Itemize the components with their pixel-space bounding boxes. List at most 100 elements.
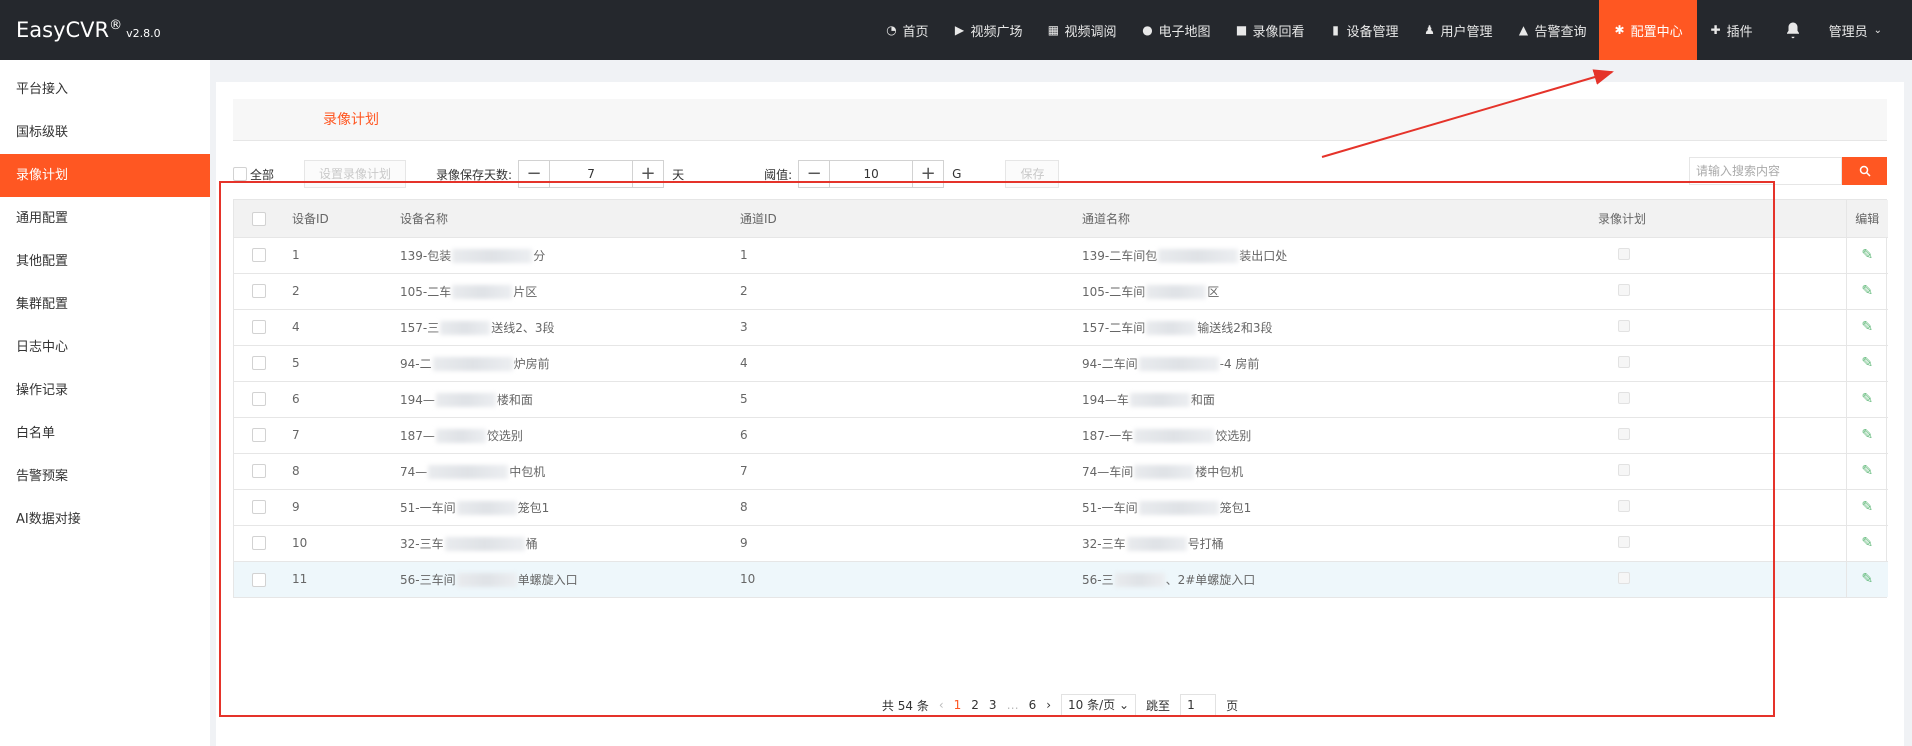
nav-config-center[interactable]: ✱ 配置中心 <box>1598 0 1697 60</box>
sidebar-item-platform-access[interactable]: 平台接入 <box>0 68 210 111</box>
sidebar-item-other-config[interactable]: 其他配置 <box>0 240 210 283</box>
edit-icon[interactable]: ✎ <box>1861 247 1873 263</box>
row-checkbox[interactable] <box>252 320 266 335</box>
table-row[interactable]: 11 56-三车间 单螺旋入口 10 56-三 、2#单螺旋入口 ✎ <box>234 561 1888 597</box>
row-select[interactable] <box>234 381 282 417</box>
sidebar-item-cluster-config[interactable]: 集群配置 <box>0 283 210 326</box>
page-2[interactable]: 2 <box>971 698 979 712</box>
row-checkbox[interactable] <box>252 572 266 587</box>
nav-alarm-query[interactable]: ▲ 告警查询 <box>1505 0 1599 60</box>
row-checkbox[interactable] <box>252 500 266 515</box>
table-row[interactable]: 1 139-包装 分 1 139-二车间包 装出口处 ✎ <box>234 237 1888 273</box>
row-select[interactable] <box>234 489 282 525</box>
next-page-button[interactable]: › <box>1046 698 1051 712</box>
table-row[interactable]: 8 74— 中包机 7 74—车间 楼中包机 ✎ <box>234 453 1888 489</box>
sidebar-item-ai-data[interactable]: AI数据对接 <box>0 498 210 541</box>
edit-icon[interactable]: ✎ <box>1861 391 1873 407</box>
row-select[interactable] <box>234 273 282 309</box>
record-plan-checkbox[interactable] <box>1618 391 1630 404</box>
nav-playback[interactable]: ■ 录像回看 <box>1223 0 1317 60</box>
user-menu[interactable]: 管理员 ⌄ <box>1821 0 1912 60</box>
device-name-start: 187— <box>400 428 435 443</box>
record-plan-checkbox[interactable] <box>1618 571 1630 584</box>
row-select[interactable] <box>234 561 282 597</box>
nav-video-view[interactable]: ▦ 视频调阅 <box>1034 0 1128 60</box>
row-select[interactable] <box>234 525 282 561</box>
row-checkbox[interactable] <box>252 536 266 551</box>
select-all[interactable]: 全部 <box>233 166 274 183</box>
sidebar-item-operation-log[interactable]: 操作记录 <box>0 369 210 412</box>
row-checkbox[interactable] <box>252 248 266 263</box>
nav-plugins[interactable]: ✚ 插件 <box>1697 0 1765 60</box>
record-plan-checkbox[interactable] <box>1618 427 1630 440</box>
brand-logo[interactable]: EasyCVR®v2.8.0 <box>0 18 200 42</box>
record-plan-checkbox[interactable] <box>1618 463 1630 476</box>
table-row[interactable]: 10 32-三车 桶 9 32-三车 号打桶 ✎ <box>234 525 1888 561</box>
table-row[interactable]: 9 51-一车间 笼包1 8 51-一车间 笼包1 ✎ <box>234 489 1888 525</box>
record-plan-checkbox[interactable] <box>1618 283 1630 296</box>
row-checkbox[interactable] <box>252 428 266 443</box>
edit-icon[interactable]: ✎ <box>1861 535 1873 551</box>
table-row[interactable]: 6 194— 楼和面 5 194—车 和面 ✎ <box>234 381 1888 417</box>
tab-record-plan[interactable]: 录像计划 <box>323 99 379 141</box>
save-button[interactable]: 保存 <box>1005 160 1060 188</box>
sidebar-item-log-center[interactable]: 日志中心 <box>0 326 210 369</box>
redacted-text <box>452 285 513 299</box>
record-plan-checkbox[interactable] <box>1618 319 1630 332</box>
nav-device-management[interactable]: ▮ 设备管理 <box>1317 0 1411 60</box>
prev-page-button[interactable]: ‹ <box>939 698 944 712</box>
record-plan-checkbox[interactable] <box>1618 535 1630 548</box>
table-row[interactable]: 5 94-二 炉房前 4 94-二车间 -4 房前 ✎ <box>234 345 1888 381</box>
threshold-input[interactable]: 10 <box>829 161 914 187</box>
sidebar-item-alarm-plan[interactable]: 告警预案 <box>0 455 210 498</box>
nav-video-square[interactable]: ▶ 视频广场 <box>940 0 1034 60</box>
keep-days-input[interactable]: 7 <box>549 161 634 187</box>
row-select[interactable] <box>234 453 282 489</box>
row-select[interactable] <box>234 345 282 381</box>
nav-user-management[interactable]: ♟ 用户管理 <box>1411 0 1505 60</box>
record-plan-checkbox[interactable] <box>1618 247 1630 260</box>
page-size-select[interactable]: 10 条/页 ⌄ <box>1061 694 1137 716</box>
row-select[interactable] <box>234 237 282 273</box>
edit-icon[interactable]: ✎ <box>1861 499 1873 515</box>
edit-icon[interactable]: ✎ <box>1861 571 1873 587</box>
search-input[interactable]: 请输入搜索内容 <box>1689 157 1842 185</box>
channel-id-cell: 4 <box>740 356 748 370</box>
header-checkbox[interactable] <box>252 211 266 226</box>
nav-home[interactable]: ◔ 首页 <box>872 0 940 60</box>
page-3[interactable]: 3 <box>989 698 997 712</box>
minus-icon[interactable]: − <box>519 161 549 187</box>
page-1[interactable]: 1 <box>954 698 962 712</box>
nav-e-map[interactable]: ● 电子地图 <box>1128 0 1222 60</box>
record-plan-checkbox[interactable] <box>1618 355 1630 368</box>
page-6[interactable]: 6 <box>1029 698 1037 712</box>
table-row[interactable]: 7 187— 饺选别 6 187-一车 饺选别 ✎ <box>234 417 1888 453</box>
sidebar-item-record-plan[interactable]: 录像计划 <box>0 154 210 197</box>
sidebar-item-gb-cascade[interactable]: 国标级联 <box>0 111 210 154</box>
row-checkbox[interactable] <box>252 392 266 407</box>
edit-icon[interactable]: ✎ <box>1861 283 1873 299</box>
search-button[interactable] <box>1842 157 1887 185</box>
edit-icon[interactable]: ✎ <box>1861 319 1873 335</box>
row-checkbox[interactable] <box>252 284 266 299</box>
row-select[interactable] <box>234 309 282 345</box>
header-select[interactable] <box>234 200 282 237</box>
jump-input[interactable]: 1 <box>1180 694 1217 716</box>
table-row[interactable]: 4 157-三 送线2、3段 3 157-二车间 输送线2和3段 ✎ <box>234 309 1888 345</box>
row-checkbox[interactable] <box>252 356 266 371</box>
plus-icon[interactable]: + <box>633 161 663 187</box>
record-plan-checkbox[interactable] <box>1618 499 1630 512</box>
sidebar-item-whitelist[interactable]: 白名单 <box>0 412 210 455</box>
row-select[interactable] <box>234 417 282 453</box>
sidebar-item-general-config[interactable]: 通用配置 <box>0 197 210 240</box>
row-checkbox[interactable] <box>252 464 266 479</box>
table-row[interactable]: 2 105-二车 片区 2 105-二车间 区 ✎ <box>234 273 1888 309</box>
edit-icon[interactable]: ✎ <box>1861 427 1873 443</box>
notification-bell[interactable] <box>1765 0 1821 60</box>
select-all-checkbox[interactable] <box>233 167 247 181</box>
edit-icon[interactable]: ✎ <box>1861 463 1873 479</box>
set-record-plan-button[interactable]: 设置录像计划 <box>304 160 407 188</box>
edit-icon[interactable]: ✎ <box>1861 355 1873 371</box>
plus-icon[interactable]: + <box>913 161 943 187</box>
minus-icon[interactable]: − <box>799 161 829 187</box>
